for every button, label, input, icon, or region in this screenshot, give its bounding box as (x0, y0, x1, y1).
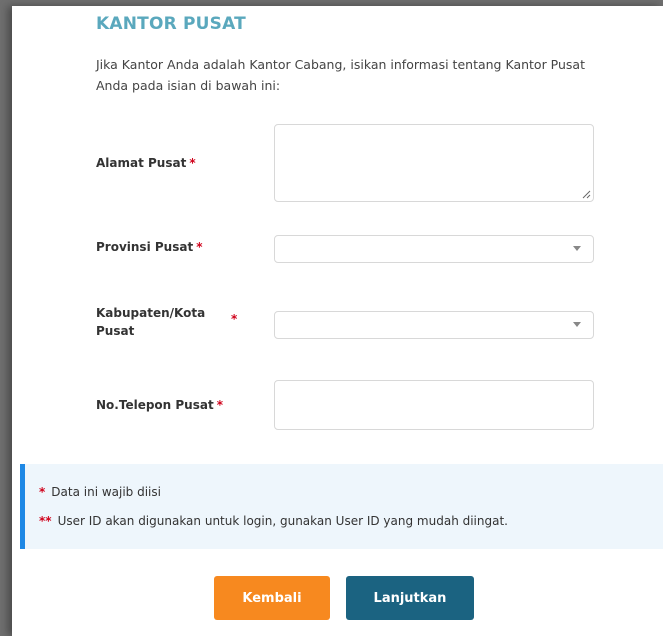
note-marker: * (39, 485, 46, 499)
telepon-label-text: No.Telepon Pusat (96, 398, 214, 412)
section-intro: Jika Kantor Anda adalah Kantor Cabang, i… (96, 57, 585, 93)
provinsi-label-text: Provinsi Pusat (96, 240, 194, 254)
resize-handle-icon[interactable] (582, 190, 591, 199)
telepon-label: No.Telepon Pusat * (96, 398, 223, 412)
kabupaten-select[interactable] (274, 311, 594, 339)
section-title: KANTOR PUSAT (96, 14, 246, 34)
alamat-label-text: Alamat Pusat (96, 156, 187, 170)
note-text: Data ini wajib diisi (51, 485, 161, 499)
form-card: KANTOR PUSAT Jika Kantor Anda adalah Kan… (12, 6, 663, 636)
provinsi-label: Provinsi Pusat * (96, 240, 202, 254)
required-marker: * (216, 398, 223, 412)
kabupaten-label: Kabupaten/Kota Pusat (96, 304, 205, 340)
back-button[interactable]: Kembali (214, 576, 330, 620)
chevron-down-icon (573, 322, 581, 327)
note-text: User ID akan digunakan untuk login, guna… (57, 514, 508, 528)
alamat-label: Alamat Pusat * (96, 156, 196, 170)
telepon-input[interactable] (274, 380, 594, 430)
required-marker: * (231, 312, 238, 326)
kabupaten-label-line1: Kabupaten/Kota (96, 306, 206, 320)
required-marker: * (189, 156, 196, 170)
chevron-down-icon (573, 246, 581, 251)
required-marker: * (196, 240, 203, 254)
alamat-textarea[interactable] (274, 124, 594, 202)
note-required: * Data ini wajib diisi (39, 485, 161, 499)
note-userid: ** User ID akan digunakan untuk login, gu… (39, 514, 508, 528)
next-button[interactable]: Lanjutkan (346, 576, 474, 620)
info-note: * Data ini wajib diisi ** User ID akan dig… (20, 464, 663, 549)
kabupaten-label-line2: Pusat (96, 324, 135, 338)
provinsi-select[interactable] (274, 235, 594, 263)
note-marker: ** (39, 514, 52, 528)
